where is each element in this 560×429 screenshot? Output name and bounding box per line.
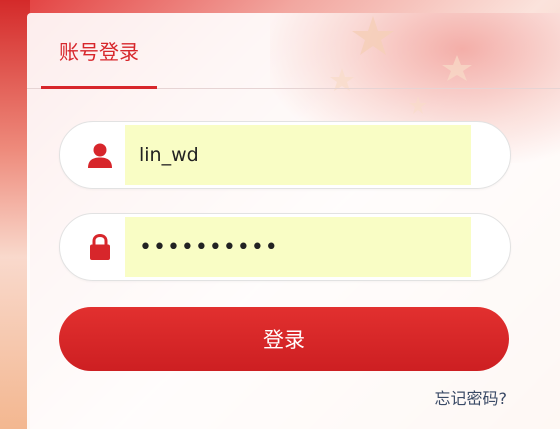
login-panel: 账号登录 登录 忘记密码? <box>27 13 560 429</box>
username-field <box>59 121 511 189</box>
tab-bar: 账号登录 <box>27 13 560 89</box>
login-button[interactable]: 登录 <box>59 307 509 371</box>
user-icon <box>86 141 114 169</box>
tab-label: 账号登录 <box>59 40 139 64</box>
username-input[interactable] <box>125 125 471 185</box>
tab-active-indicator <box>41 86 157 89</box>
tab-account-login[interactable]: 账号登录 <box>41 13 157 88</box>
forgot-password-link[interactable]: 忘记密码? <box>407 385 508 409</box>
lock-icon <box>86 233 114 261</box>
password-input[interactable] <box>125 217 471 277</box>
background-edge <box>0 0 30 429</box>
password-field <box>59 213 511 281</box>
